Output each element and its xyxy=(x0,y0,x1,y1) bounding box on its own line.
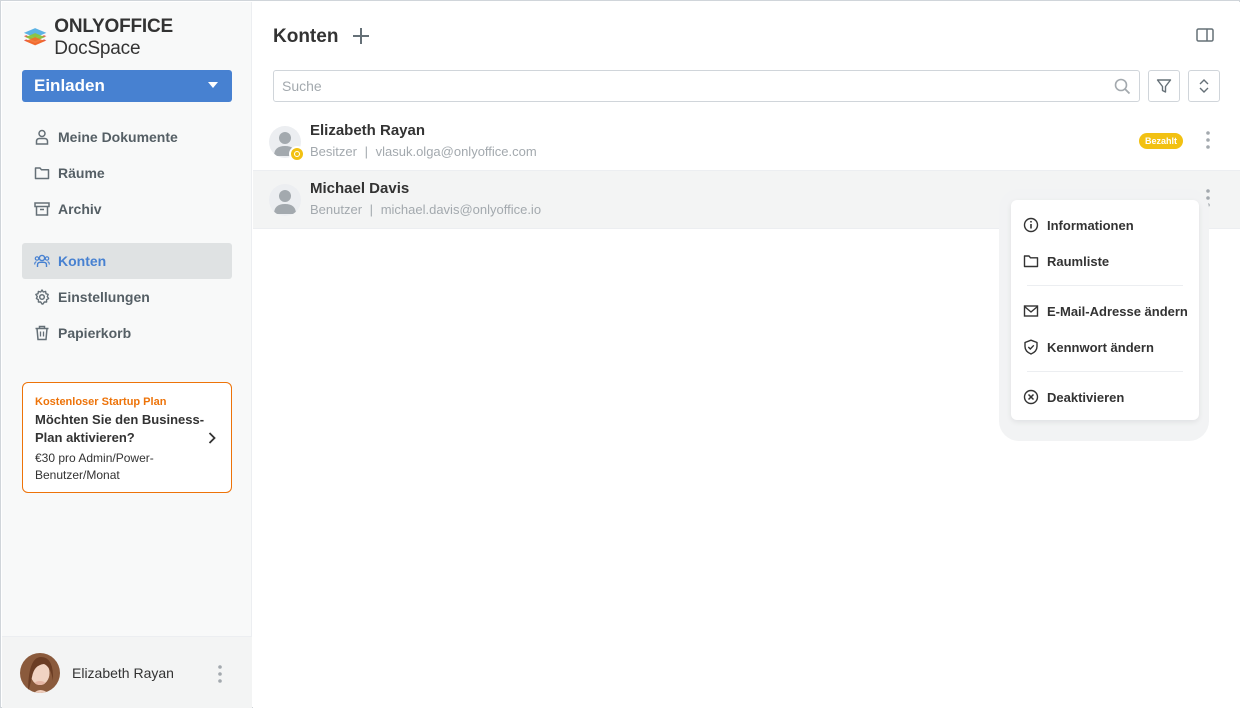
profile-bar[interactable]: Elizabeth Rayan xyxy=(2,636,252,708)
chevron-right-icon xyxy=(208,432,216,444)
default-avatar-icon xyxy=(274,190,296,214)
menu-item-change-password[interactable]: Kennwort ändern xyxy=(1011,329,1199,365)
gear-icon xyxy=(35,289,50,305)
menu-item-label: Kennwort ändern xyxy=(1047,339,1154,355)
sidebar-item-label: Meine Dokumente xyxy=(58,129,178,145)
sidebar-nav: Meine Dokumente Räume Archiv Konten Eins… xyxy=(22,119,232,351)
trash-icon xyxy=(35,325,49,341)
user-icon xyxy=(35,129,49,145)
menu-item-label: Informationen xyxy=(1047,217,1134,233)
info-icon xyxy=(1023,217,1039,233)
chevron-down-icon xyxy=(208,82,218,88)
sidebar-item-settings[interactable]: Einstellungen xyxy=(22,279,232,315)
filter-button[interactable] xyxy=(1148,70,1180,102)
plus-icon[interactable] xyxy=(351,26,371,46)
sidebar-item-label: Archiv xyxy=(58,201,102,217)
folder-icon xyxy=(34,167,50,180)
sort-icon xyxy=(1199,79,1209,93)
sort-button[interactable] xyxy=(1188,70,1220,102)
avatar-photo-icon xyxy=(20,652,60,693)
avatar[interactable] xyxy=(269,184,301,216)
onlyoffice-logo-icon xyxy=(23,28,47,46)
sidebar-item-label: Papierkorb xyxy=(58,325,132,341)
folder-icon xyxy=(1023,255,1039,268)
menu-item-label: Deaktivieren xyxy=(1047,389,1125,405)
user-role: Besitzer xyxy=(310,144,357,159)
mail-icon xyxy=(1023,305,1039,317)
sidebar-item-label: Räume xyxy=(58,165,105,181)
search-icon[interactable] xyxy=(1114,78,1131,95)
sidebar-item-label: Konten xyxy=(58,253,107,269)
status-badge: Bezahlt xyxy=(1139,133,1184,149)
details-separator: | xyxy=(364,144,368,159)
nav-divider xyxy=(22,227,232,243)
menu-item-deactivate[interactable]: Deaktivieren xyxy=(1011,379,1199,415)
filter-icon xyxy=(1156,79,1172,93)
promo-text: €30 pro Admin/Power-Benutzer/Monat xyxy=(35,451,154,482)
menu-item-room-list[interactable]: Raumliste xyxy=(1011,243,1199,279)
menu-item-info[interactable]: Informationen xyxy=(1011,207,1199,243)
invite-button-label: Einladen xyxy=(34,76,105,95)
sidebar-item-rooms[interactable]: Räume xyxy=(22,155,232,191)
menu-item-change-email[interactable]: E-Mail-Adresse ändern xyxy=(1011,293,1199,329)
user-email: vlasuk.olga@onlyoffice.com xyxy=(375,144,537,159)
archive-icon xyxy=(34,202,50,216)
page-title: Konten xyxy=(273,26,339,47)
user-email: michael.davis@onlyoffice.io xyxy=(380,202,542,217)
promo-tag: Kostenloser Startup Plan xyxy=(35,396,167,408)
menu-divider xyxy=(1027,371,1183,372)
sidebar-item-label: Einstellungen xyxy=(58,289,150,305)
menu-divider xyxy=(1027,285,1183,286)
promo-card[interactable]: Kostenloser Startup Plan Möchten Sie den… xyxy=(22,382,232,493)
sidebar-item-trash[interactable]: Papierkorb xyxy=(22,315,232,351)
more-vertical-icon[interactable] xyxy=(218,665,222,683)
deactivate-icon xyxy=(1023,389,1039,405)
menu-item-label: Raumliste xyxy=(1047,253,1110,269)
profile-name: Elizabeth Rayan xyxy=(72,664,174,681)
table-row[interactable]: Elizabeth Rayan Besitzer | vlasuk.olga@o… xyxy=(253,113,1240,171)
avatar[interactable] xyxy=(20,652,60,693)
invite-button[interactable]: Einladen xyxy=(22,70,232,102)
more-vertical-icon[interactable] xyxy=(1206,131,1210,149)
user-details: Benutzer | michael.davis@onlyoffice.io xyxy=(310,202,541,217)
menu-item-label: E-Mail-Adresse ändern xyxy=(1047,303,1188,319)
sidebar-item-accounts[interactable]: Konten xyxy=(22,243,232,279)
owner-badge-icon xyxy=(289,146,305,162)
main-content: Konten Elizabeth Rayan Besitzer | vlasuk… xyxy=(253,2,1240,708)
details-separator: | xyxy=(369,202,374,217)
shield-icon xyxy=(1024,339,1038,355)
user-details: Besitzer | vlasuk.olga@onlyoffice.com xyxy=(310,144,537,159)
app-window: ONLYOFFICE DocSpace Einladen Meine Dokum… xyxy=(0,0,1240,708)
user-name[interactable]: Elizabeth Rayan xyxy=(310,122,425,139)
context-menu: Informationen Raumliste E-Mail-Adresse ä… xyxy=(1011,200,1199,420)
logo-text: ONLYOFFICE DocSpace xyxy=(54,16,173,59)
sidebar-item-my-documents[interactable]: Meine Dokumente xyxy=(22,119,232,155)
user-name[interactable]: Michael Davis xyxy=(310,180,409,197)
search-field[interactable] xyxy=(273,70,1140,102)
search-input[interactable] xyxy=(282,78,1102,94)
user-role: Benutzer xyxy=(310,202,363,217)
sidebar: ONLYOFFICE DocSpace Einladen Meine Dokum… xyxy=(2,2,252,708)
accounts-icon xyxy=(34,254,50,267)
promo-title: Möchten Sie den Business-Plan aktivieren… xyxy=(35,412,205,445)
logo[interactable]: ONLYOFFICE DocSpace xyxy=(22,16,251,59)
sidebar-item-archive[interactable]: Archiv xyxy=(22,191,232,227)
info-panel-toggle-icon[interactable] xyxy=(1196,28,1214,42)
